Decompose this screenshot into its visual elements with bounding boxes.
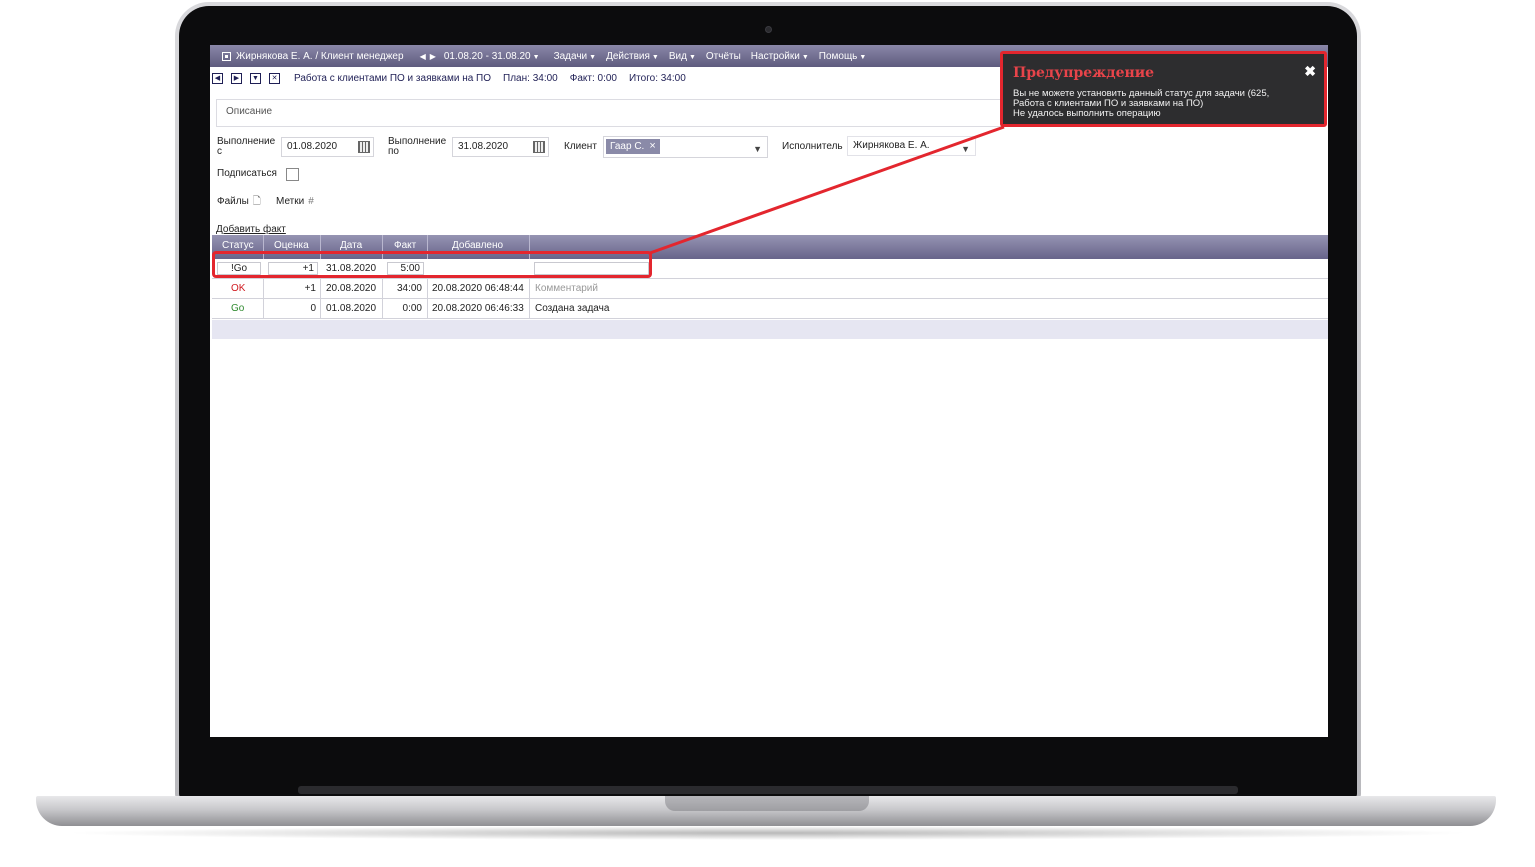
cell-divider — [320, 279, 321, 299]
laptop-notch — [665, 796, 869, 811]
menu-view[interactable]: Вид ▼ — [669, 51, 696, 62]
period-nav-arrows-icon[interactable]: ◀▶ — [420, 52, 440, 61]
warning-popup: Предупреждение ✖ Вы не можете установить… — [1000, 51, 1327, 127]
col-fact[interactable]: Факт — [394, 240, 416, 251]
chevron-down-icon[interactable]: ▼ — [961, 140, 970, 158]
task-fact: Факт: 0:00 — [569, 72, 617, 84]
chevron-down-icon: ▼ — [688, 53, 696, 61]
date-from-input[interactable]: 01.08.2020 — [281, 137, 374, 157]
fact-cell: 0:00 — [402, 303, 422, 314]
close-task-icon[interactable]: ✕ — [269, 72, 280, 84]
task-title: Работа с клиентами ПО и заявками на ПО — [294, 72, 492, 84]
app-screen: Жирнякова Е. А. / Клиент менеджер ◀▶ 01.… — [210, 45, 1328, 737]
chevron-down-icon: ▼ — [651, 53, 659, 61]
task-total: Итого: 34:00 — [628, 72, 686, 84]
close-icon[interactable]: ✖ — [1304, 63, 1316, 80]
col-date[interactable]: Дата — [340, 240, 362, 251]
fact-cell: 34:00 — [396, 283, 422, 294]
file-icon: 🗋 — [252, 196, 261, 207]
table-row[interactable]: OK +1 20.08.2020 34:00 20.08.2020 06:48:… — [212, 279, 1328, 299]
tag-remove-icon[interactable]: × — [649, 140, 655, 152]
user-role-breadcrumb[interactable]: Жирнякова Е. А. / Клиент менеджер — [236, 51, 404, 62]
chevron-down-icon[interactable]: ▼ — [753, 140, 762, 158]
files-link[interactable]: Файлы 🗋 — [217, 197, 261, 207]
col-added[interactable]: Добавлено — [452, 240, 503, 251]
menu-settings[interactable]: Настройки ▼ — [751, 51, 809, 62]
task-plan: План: 34:00 — [503, 72, 558, 84]
period-selector[interactable]: 01.08.20 - 31.08.20 ▼ — [444, 51, 540, 62]
menu-reports[interactable]: Отчёты — [706, 51, 741, 62]
calendar-icon[interactable] — [533, 141, 545, 153]
laptop-shadow — [60, 826, 1475, 840]
comment-cell: Создана задача — [535, 303, 610, 314]
subscribe-label: Подписаться — [217, 168, 277, 179]
hash-icon: # — [308, 196, 314, 207]
add-fact-link[interactable]: Добавить факт — [216, 224, 286, 235]
status-cell: OK — [231, 283, 246, 294]
col-status[interactable]: Статус — [222, 240, 254, 251]
added-cell: 20.08.2020 06:48:44 — [432, 283, 524, 294]
laptop-hinge — [298, 786, 1238, 794]
grid-footer — [212, 320, 1328, 339]
warning-message: Вы не можете установить данный статус дл… — [1013, 88, 1270, 119]
task-toolbar: ◀ ▶ ▼ ✕ Работа с клиентами ПО и заявками… — [212, 71, 686, 85]
calendar-icon[interactable] — [358, 141, 370, 153]
cell-divider — [529, 279, 530, 299]
col-estimate[interactable]: Оценка — [274, 240, 309, 251]
date-cell: 01.08.2020 — [326, 303, 377, 314]
cell-divider — [382, 279, 383, 299]
table-row[interactable]: Go 0 01.08.2020 0:00 20.08.2020 06:46:33… — [212, 299, 1328, 319]
cell-divider — [320, 299, 321, 319]
chevron-down-icon: ▼ — [589, 53, 597, 61]
comment-cell: Комментарий — [535, 283, 598, 294]
next-icon[interactable]: ▶ — [231, 72, 242, 84]
menu-help[interactable]: Помощь ▼ — [819, 51, 867, 62]
executor-select[interactable]: Жирнякова Е. А. ▼ — [847, 136, 976, 156]
menu-actions[interactable]: Действия ▼ — [606, 51, 659, 62]
client-tag: Гаар С. × — [606, 139, 660, 154]
cell-divider — [427, 279, 428, 299]
cell-divider — [263, 279, 264, 299]
client-label: Клиент — [564, 141, 597, 152]
chevron-down-icon: ▼ — [532, 53, 540, 61]
down-icon[interactable]: ▼ — [250, 72, 261, 84]
added-cell: 20.08.2020 06:46:33 — [432, 303, 524, 314]
cell-divider — [263, 299, 264, 319]
client-select[interactable]: Гаар С. × ▼ — [603, 136, 768, 158]
description-field[interactable]: Описание — [216, 99, 1006, 127]
tags-link[interactable]: Метки # — [276, 197, 314, 207]
cell-divider — [427, 299, 428, 319]
estimate-cell: 0 — [310, 303, 316, 314]
prev-icon[interactable]: ◀ — [212, 72, 223, 84]
subscribe-checkbox[interactable] — [286, 168, 299, 181]
chevron-down-icon: ▼ — [801, 53, 809, 61]
warning-title: Предупреждение — [1013, 65, 1155, 81]
webcam — [765, 26, 772, 33]
cell-divider — [529, 299, 530, 319]
description-placeholder: Описание — [226, 106, 273, 117]
to-label: Выполнение по — [388, 136, 447, 157]
date-cell: 20.08.2020 — [326, 283, 377, 294]
window-icon[interactable] — [222, 51, 231, 61]
estimate-cell: +1 — [304, 283, 316, 294]
date-to-input[interactable]: 31.08.2020 — [452, 137, 549, 157]
status-cell: Go — [231, 303, 245, 314]
menu-tasks[interactable]: Задачи ▼ — [554, 51, 597, 62]
chevron-down-icon: ▼ — [859, 53, 867, 61]
cell-divider — [382, 299, 383, 319]
executor-label: Исполнитель — [782, 141, 843, 152]
highlight-edit-row — [212, 251, 652, 278]
from-label: Выполнение с — [217, 136, 276, 157]
